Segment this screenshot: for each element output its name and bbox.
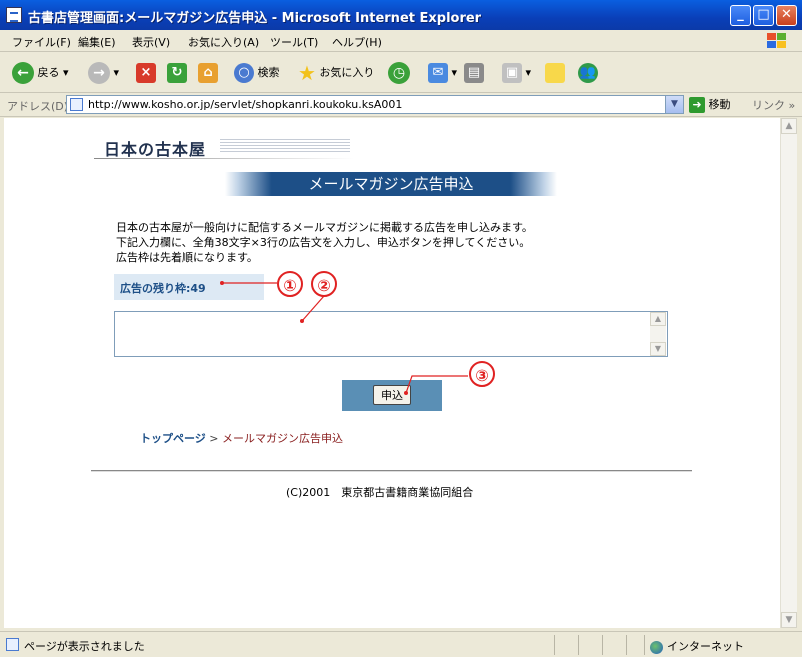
forward-arrow-icon: → [88, 62, 110, 84]
print-button[interactable]: ▤ [464, 61, 484, 85]
home-button[interactable]: ⌂ [198, 61, 218, 85]
status-bar: ページが表示されました インターネット [0, 631, 802, 657]
breadcrumb: トップページ > メールマガジン広告申込 [140, 430, 343, 446]
menu-help[interactable]: ヘルプ(H) [332, 34, 382, 50]
intro-line: 下記入力欄に、全角38文字×3行の広告文を入力し、申込ボタンを押してください。 [116, 236, 531, 249]
breadcrumb-home-link[interactable]: トップページ [140, 432, 206, 445]
scroll-up-icon[interactable]: ▲ [650, 312, 666, 326]
breadcrumb-current: メールマガジン広告申込 [222, 432, 343, 445]
copyright: (C)2001 東京都古書籍商業協同組合 [286, 486, 474, 499]
footer-divider [91, 470, 692, 472]
messenger-icon: 👥 [578, 63, 598, 83]
address-url: http://www.kosho.or.jp/servlet/shopkanri… [88, 98, 403, 111]
textarea-scrollbar[interactable]: ▲ ▼ [650, 312, 666, 356]
search-button[interactable]: ○ 検索 [234, 61, 280, 85]
ad-text-input[interactable] [114, 311, 668, 357]
close-button[interactable]: ✕ [776, 5, 797, 26]
annotation-marker-2: ② [311, 271, 337, 297]
forward-button[interactable]: → ▾ [88, 61, 119, 85]
scroll-down-icon[interactable]: ▼ [650, 342, 666, 356]
edit-icon: ▣ [502, 63, 522, 83]
breadcrumb-separator: > [209, 432, 219, 445]
globe-icon [650, 640, 663, 654]
intro-line: 日本の古本屋が一般向けに配信するメールマガジンに掲載する広告を申し込みます。 [116, 221, 533, 234]
links-button[interactable]: リンク » [752, 97, 795, 113]
menu-edit[interactable]: 編集(E) [78, 34, 116, 50]
stop-button[interactable]: × [136, 61, 156, 85]
menu-favorites[interactable]: お気に入り(A) [188, 34, 259, 50]
address-dropdown-icon[interactable]: ▼ [665, 96, 683, 113]
home-icon: ⌂ [198, 63, 218, 83]
history-icon: ◷ [388, 62, 410, 84]
address-label: アドレス(D) [7, 100, 69, 113]
window-title: 古書店管理画面:メールマガジン広告申込 - Microsoft Internet… [28, 11, 482, 26]
star-icon: ★ [298, 61, 316, 85]
go-arrow-icon: ➜ [689, 97, 705, 113]
stop-icon: × [136, 63, 156, 83]
status-text: ページが表示されました [24, 640, 145, 653]
page-scrollbar[interactable]: ▲ ▼ [780, 118, 797, 628]
page-title: メールマガジン広告申込 [225, 172, 557, 196]
status-divider [578, 635, 579, 655]
mail-button[interactable]: ✉ ▾ [428, 61, 457, 85]
scroll-down-icon[interactable]: ▼ [781, 612, 797, 628]
back-button[interactable]: ← 戻る ▾ [12, 61, 69, 85]
address-input[interactable]: http://www.kosho.or.jp/servlet/shopkanri… [66, 95, 684, 114]
title-bar: 古書店管理画面:メールマガジン広告申込 - Microsoft Internet… [0, 0, 802, 30]
status-divider [554, 635, 555, 655]
windows-logo-icon [767, 33, 786, 48]
intro-text: 日本の古本屋が一般向けに配信するメールマガジンに掲載する広告を申し込みます。 下… [116, 220, 533, 265]
logo-text: 日本の古本屋 [104, 140, 207, 159]
messenger-button[interactable]: 👥 [578, 61, 598, 85]
print-icon: ▤ [464, 63, 484, 83]
annotation-marker-3: ③ [469, 361, 495, 387]
maximize-button[interactable]: □ [753, 5, 774, 26]
remaining-slots: 広告の残り枠:49 [120, 282, 206, 295]
logo-stripes [220, 139, 350, 153]
history-button[interactable]: ◷ [388, 61, 410, 85]
go-button[interactable]: ➜ 移動 [689, 96, 731, 113]
annotation-marker-1: ① [277, 271, 303, 297]
status-divider [626, 635, 627, 655]
toolbar: ← 戻る ▾ → ▾ × ↻ ⌂ ○ 検索 ★ お気に入り ◷ ✉ ▾ ▤ ▣ … [0, 53, 802, 93]
menu-file[interactable]: ファイル(F) [12, 34, 71, 50]
minimize-button[interactable]: _ [730, 5, 751, 26]
discuss-button[interactable] [545, 61, 565, 85]
submit-button[interactable]: 申込 [373, 385, 411, 405]
menu-tools[interactable]: ツール(T) [270, 34, 318, 50]
ie-page-icon [6, 7, 22, 23]
logo-divider [94, 158, 354, 159]
security-zone: インターネット [650, 638, 744, 654]
page-content: 日本の古本屋 メールマガジン広告申込 日本の古本屋が一般向けに配信するメールマガ… [4, 118, 780, 628]
search-icon: ○ [234, 63, 254, 83]
page-icon [70, 98, 83, 111]
refresh-icon: ↻ [167, 63, 187, 83]
favorites-button[interactable]: ★ お気に入り [298, 61, 374, 85]
status-divider [602, 635, 603, 655]
page-icon [6, 638, 19, 651]
mail-icon: ✉ [428, 63, 448, 83]
back-arrow-icon: ← [12, 62, 34, 84]
edit-button[interactable]: ▣ ▾ [502, 61, 531, 85]
scroll-up-icon[interactable]: ▲ [781, 118, 797, 134]
status-divider [644, 635, 645, 655]
intro-line: 広告枠は先着順になります。 [116, 251, 258, 264]
menu-view[interactable]: 表示(V) [132, 34, 170, 50]
address-bar: アドレス(D) http://www.kosho.or.jp/servlet/s… [0, 93, 802, 117]
site-logo[interactable]: 日本の古本屋 [102, 136, 362, 159]
menu-bar: ファイル(F) 編集(E) 表示(V) お気に入り(A) ツール(T) ヘルプ(… [0, 30, 802, 52]
note-icon [545, 63, 565, 83]
refresh-button[interactable]: ↻ [167, 61, 187, 85]
